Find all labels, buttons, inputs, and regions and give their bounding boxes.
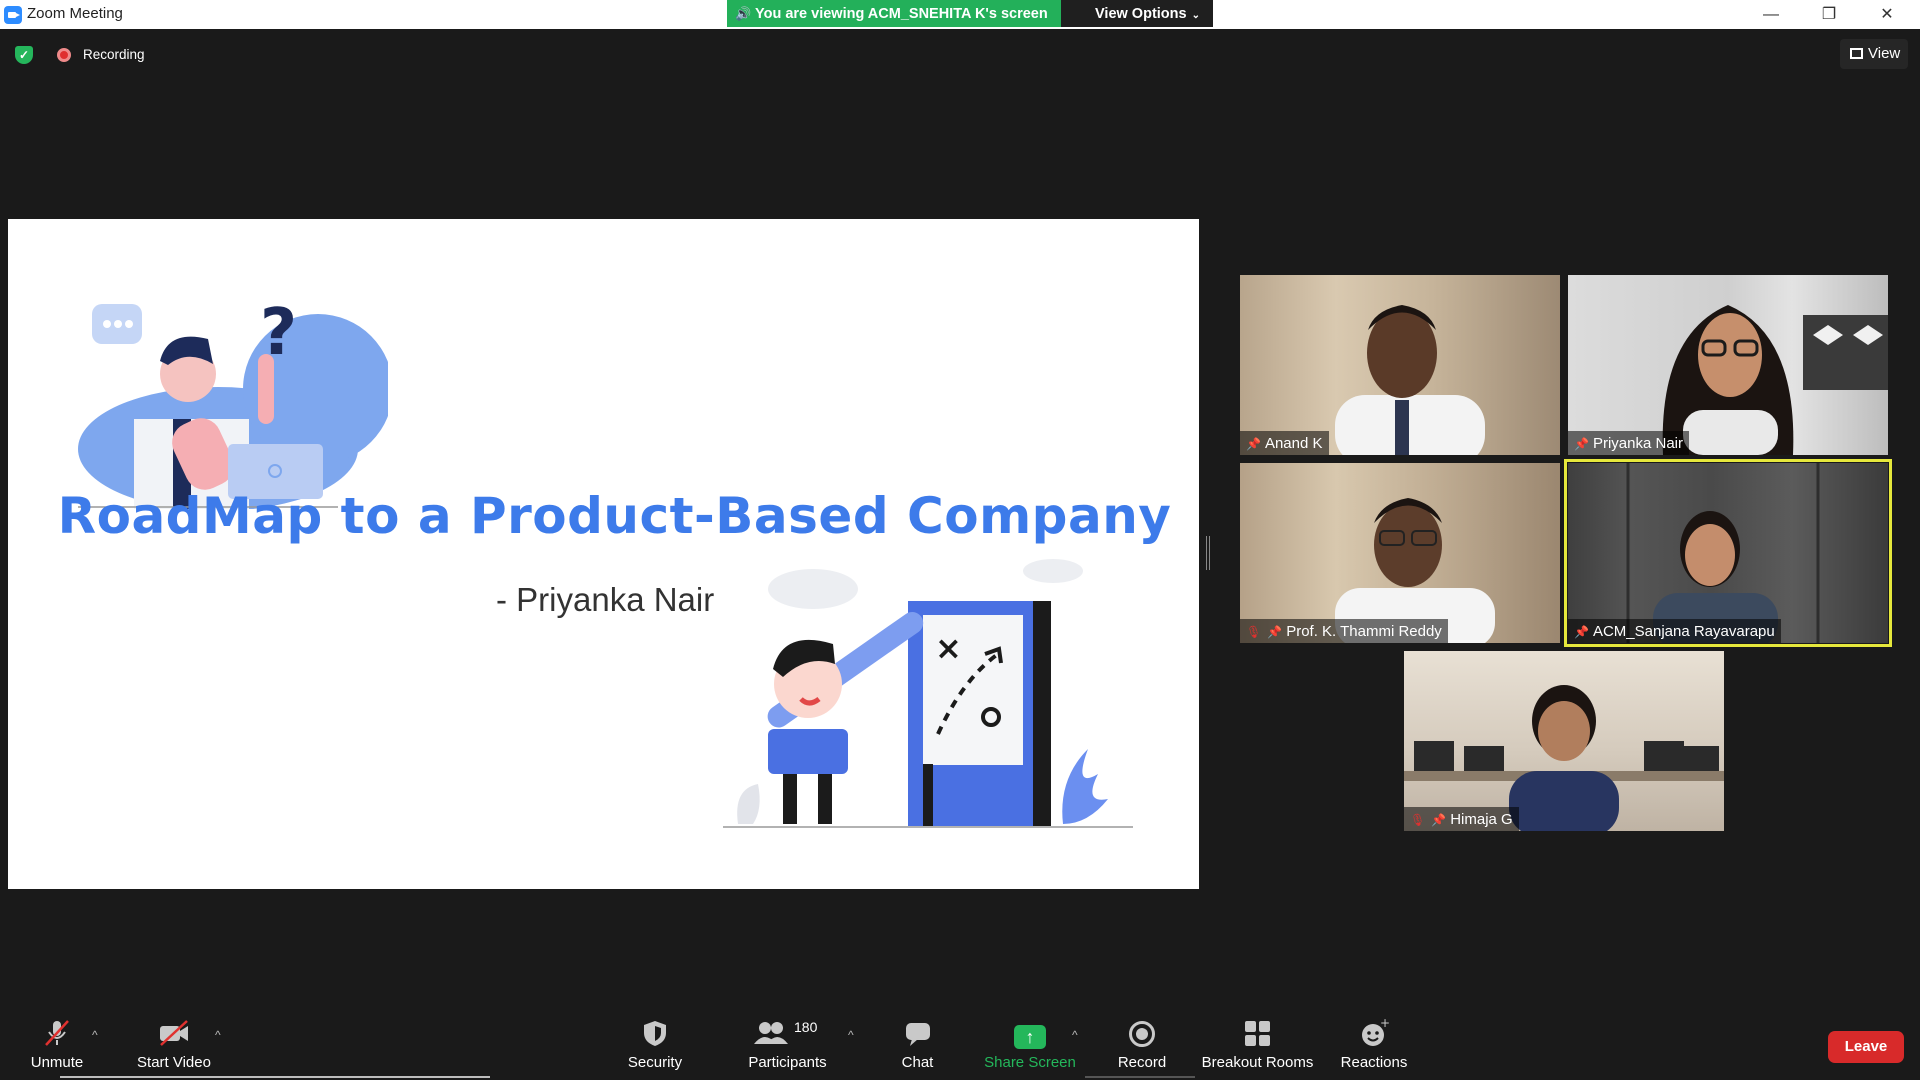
viewing-screen-banner: 🔊 You are viewing ACM_SNEHITA K's screen (727, 0, 1061, 27)
pin-icon: 📌 (1574, 437, 1589, 451)
participant-nametag: 📌 Anand K (1240, 431, 1329, 455)
unmute-label: Unmute (30, 1054, 84, 1071)
participant-video (1335, 498, 1495, 643)
video-off-icon (128, 1018, 220, 1050)
reactions-icon: + (1338, 1016, 1410, 1050)
close-button[interactable]: ✕ (1858, 0, 1916, 29)
pin-icon: 📌 (1267, 625, 1283, 639)
security-label: Security (627, 1054, 683, 1071)
reactions-label: Reactions (1340, 1054, 1408, 1071)
whiteboard-strategy-illustration: × (723, 559, 1133, 828)
participants-label: Participants (748, 1054, 827, 1071)
participant-nametag: 🎙 📌 Prof. K. Thammi Reddy (1240, 619, 1448, 643)
share-screen-label: Share Screen (984, 1054, 1076, 1071)
view-label: View (1868, 45, 1901, 62)
video-tile-active-speaker[interactable]: 📌 ACM_Sanjana Rayavarapu (1564, 459, 1892, 647)
minimize-button[interactable]: — (1742, 0, 1800, 29)
breakout-rooms-button[interactable]: Breakout Rooms (1200, 1018, 1315, 1071)
record-button[interactable]: Record (1112, 1018, 1172, 1071)
video-tile[interactable]: 🎙 📌 Prof. K. Thammi Reddy (1240, 463, 1560, 643)
audio-options-caret[interactable]: ^ (92, 1028, 98, 1042)
breakout-rooms-label: Breakout Rooms (1201, 1054, 1314, 1071)
video-options-caret[interactable]: ^ (215, 1028, 221, 1042)
participants-options-caret[interactable]: ^ (848, 1028, 854, 1042)
slide-subtitle: - Priyanka Nair (496, 581, 715, 618)
share-screen-icon: ↑ (980, 1018, 1080, 1050)
toolbar-bottom-indicator (1085, 1076, 1195, 1078)
maximize-button[interactable]: ❐ (1800, 0, 1858, 29)
pin-icon: 📌 (1574, 625, 1589, 639)
slide-title: RoadMap to a Product-Based Company (57, 487, 1172, 545)
participant-name: Himaja G (1450, 811, 1513, 828)
participants-button[interactable]: 180 Participants (740, 1018, 835, 1071)
pin-icon: 📌 (1246, 437, 1261, 451)
view-button[interactable]: View (1840, 39, 1908, 69)
toolbar-bottom-indicator (60, 1076, 490, 1078)
chat-button[interactable]: Chat (890, 1018, 945, 1071)
breakout-rooms-icon (1200, 1018, 1315, 1050)
participants-count: 180 (794, 1019, 818, 1035)
recording-icon (57, 48, 71, 62)
participant-nametag: 🎙 📌 Himaja G (1404, 807, 1519, 831)
view-options-button[interactable]: View Options ⌄ (1061, 0, 1213, 27)
record-label: Record (1117, 1054, 1167, 1071)
video-tile[interactable]: 🎙 📌 Himaja G (1404, 651, 1724, 831)
participant-name: ACM_Sanjana Rayavarapu (1592, 623, 1775, 640)
participant-video (1662, 305, 1888, 455)
thinking-person-illustration: ? (78, 296, 388, 509)
share-options-caret[interactable]: ^ (1072, 1028, 1078, 1042)
reactions-button[interactable]: + Reactions (1338, 1016, 1410, 1071)
view-options-label: View Options (1095, 6, 1187, 22)
muted-mic-icon: 🎙 (1410, 813, 1426, 827)
meeting-toolbar (0, 1005, 1920, 1080)
participant-video (1335, 305, 1485, 455)
grid-icon (1850, 48, 1863, 59)
participant-video (1404, 685, 1724, 831)
participant-nametag: 📌 Priyanka Nair (1568, 431, 1689, 455)
record-icon (1112, 1018, 1172, 1050)
participant-name: Prof. K. Thammi Reddy (1286, 623, 1442, 640)
participant-name: Priyanka Nair (1592, 435, 1683, 452)
encryption-shield-icon[interactable]: ✓ (15, 46, 33, 64)
speaker-icon: 🔊 (735, 6, 752, 21)
pin-icon: 📌 (1431, 813, 1447, 827)
unmute-button[interactable]: Unmute (22, 1018, 92, 1071)
participant-video (1626, 463, 1820, 643)
video-tile[interactable]: 📌 Anand K (1240, 275, 1560, 455)
security-button[interactable]: Security (620, 1018, 690, 1071)
muted-microphone-icon (22, 1018, 92, 1050)
svg-text:×: × (935, 629, 962, 667)
zoom-app-icon (4, 6, 22, 24)
participant-name: Anand K (1264, 435, 1323, 452)
start-video-label: Start Video (137, 1054, 211, 1071)
share-screen-button[interactable]: ↑ Share Screen (980, 1018, 1080, 1071)
window-title: Zoom Meeting (27, 5, 123, 22)
video-tile[interactable]: 📌 Priyanka Nair (1568, 275, 1888, 455)
chat-label: Chat (901, 1054, 934, 1071)
viewing-label: You are viewing ACM_SNEHITA K's screen (755, 6, 1048, 22)
panel-resize-handle[interactable] (1206, 536, 1210, 570)
muted-mic-icon: 🎙 (1246, 625, 1262, 639)
shield-icon (620, 1018, 690, 1050)
recording-label: Recording (83, 47, 145, 62)
chevron-down-icon: ⌄ (1191, 10, 1200, 21)
shared-screen: ? RoadMap to a Product-Based Company - P… (8, 219, 1199, 889)
leave-button[interactable]: Leave (1828, 1031, 1904, 1063)
title-bar: Zoom Meeting 🔊 You are viewing ACM_SNEHI… (0, 0, 1920, 29)
svg-text:+: + (1380, 1018, 1389, 1030)
participant-nametag: 📌 ACM_Sanjana Rayavarapu (1568, 619, 1781, 643)
participants-icon: 180 (740, 1018, 835, 1050)
chat-icon (890, 1018, 945, 1050)
start-video-button[interactable]: Start Video (128, 1018, 220, 1071)
